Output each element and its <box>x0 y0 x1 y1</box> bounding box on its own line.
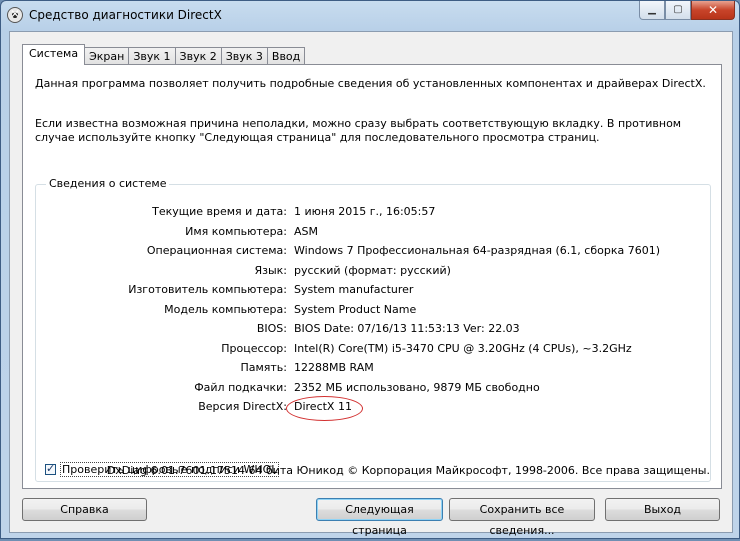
info-value: 12288MB RAM <box>294 361 374 374</box>
tab-input[interactable]: Ввод <box>266 47 306 65</box>
info-row-computer-name: Имя компьютера: ASM <box>36 225 710 244</box>
info-label: Изготовитель компьютера: <box>128 283 287 296</box>
tab-sound-3[interactable]: Звук 3 <box>220 47 268 65</box>
directx-app-icon <box>7 7 23 23</box>
info-row-directx: Версия DirectX: DirectX 11 <box>36 400 710 419</box>
info-row-datetime: Текущие время и дата: 1 июня 2015 г., 16… <box>36 205 710 224</box>
dxdiag-window: Средство диагностики DirectX ▁ ▢ ✕ Систе… <box>0 0 740 539</box>
info-value: Windows 7 Профессиональная 64-разрядная … <box>294 244 660 257</box>
info-value: BIOS Date: 07/16/13 11:53:13 Ver: 22.03 <box>294 322 520 335</box>
info-row-memory: Память: 12288MB RAM <box>36 361 710 380</box>
info-value: ASM <box>294 224 318 238</box>
tab-panel-system: Данная программа позволяет получить подр… <box>22 64 722 489</box>
intro-hint-text: Если известна возможная причина неполадк… <box>35 117 682 144</box>
close-icon: ✕ <box>707 3 719 17</box>
info-label: Версия DirectX: <box>198 400 287 413</box>
info-value: System manufacturer <box>294 283 414 296</box>
info-label: Модель компьютера: <box>164 302 287 316</box>
intro-text: Данная программа позволяет получить подр… <box>35 77 706 90</box>
info-label: Имя компьютера: <box>185 224 287 238</box>
tab-system[interactable]: Система <box>22 44 86 65</box>
exit-button[interactable]: Выход <box>605 498 720 521</box>
info-value: Intel(R) Core(TM) i5-3470 CPU @ 3.20GHz … <box>294 341 632 355</box>
tab-sound-2[interactable]: Звук 2 <box>174 47 222 65</box>
red-ellipse-annotation <box>286 396 363 421</box>
info-row-model: Модель компьютера: System Product Name <box>36 303 710 322</box>
info-label: Процессор: <box>221 341 287 355</box>
info-label: Текущие время и дата: <box>152 205 287 218</box>
caption-buttons: ▁ ▢ ✕ <box>639 1 735 21</box>
whql-checkbox[interactable] <box>45 462 56 475</box>
info-row-pagefile: Файл подкачки: 2352 МБ использовано, 987… <box>36 381 710 400</box>
info-row-processor: Процессор: Intel(R) Core(TM) i5-3470 CPU… <box>36 342 710 361</box>
info-row-os: Операционная система: Windows 7 Професси… <box>36 244 710 263</box>
window-title: Средство диагностики DirectX <box>29 8 222 22</box>
title-bar[interactable]: Средство диагностики DirectX ▁ ▢ ✕ <box>1 1 739 31</box>
info-row-manufacturer: Изготовитель компьютера: System manufact… <box>36 283 710 302</box>
system-info-group: Сведения о системе Текущие время и дата:… <box>35 177 711 482</box>
info-label: Операционная система: <box>146 244 287 257</box>
info-label: BIOS: <box>256 322 287 335</box>
next-page-button[interactable]: Следующая страница <box>316 498 443 537</box>
tab-display[interactable]: Экран <box>84 47 130 65</box>
info-value: 1 июня 2015 г., 16:05:57 <box>294 205 436 218</box>
minimize-icon: ▁ <box>648 4 656 15</box>
info-row-language: Язык: русский (формат: русский) <box>36 264 710 283</box>
tab-sound-1[interactable]: Звук 1 <box>128 47 176 65</box>
maximize-button[interactable]: ▢ <box>665 1 691 20</box>
info-value: русский (формат: русский) <box>294 263 451 277</box>
tab-strip: Система Экран Звук 1 Звук 2 Звук 3 Ввод <box>22 44 306 65</box>
info-row-bios: BIOS: BIOS Date: 07/16/13 11:53:13 Ver: … <box>36 322 710 341</box>
help-button[interactable]: Справка <box>22 498 147 521</box>
info-value: System Product Name <box>294 302 417 316</box>
minimize-button[interactable]: ▁ <box>639 1 665 20</box>
info-label: Память: <box>240 361 287 374</box>
info-label: Язык: <box>254 263 287 277</box>
maximize-icon: ▢ <box>673 4 683 15</box>
save-all-info-button[interactable]: Сохранить все сведения... <box>449 498 595 537</box>
group-title: Сведения о системе <box>46 177 170 190</box>
info-label: Файл подкачки: <box>194 380 287 394</box>
version-copyright-text: DxDiag 6.01.7601.17514 64 бита Юникод © … <box>106 464 710 477</box>
info-value: 2352 МБ использовано, 9879 МБ свободно <box>294 380 540 394</box>
close-button[interactable]: ✕ <box>691 1 735 20</box>
client-area: Система Экран Звук 1 Звук 2 Звук 3 Ввод … <box>9 31 733 537</box>
